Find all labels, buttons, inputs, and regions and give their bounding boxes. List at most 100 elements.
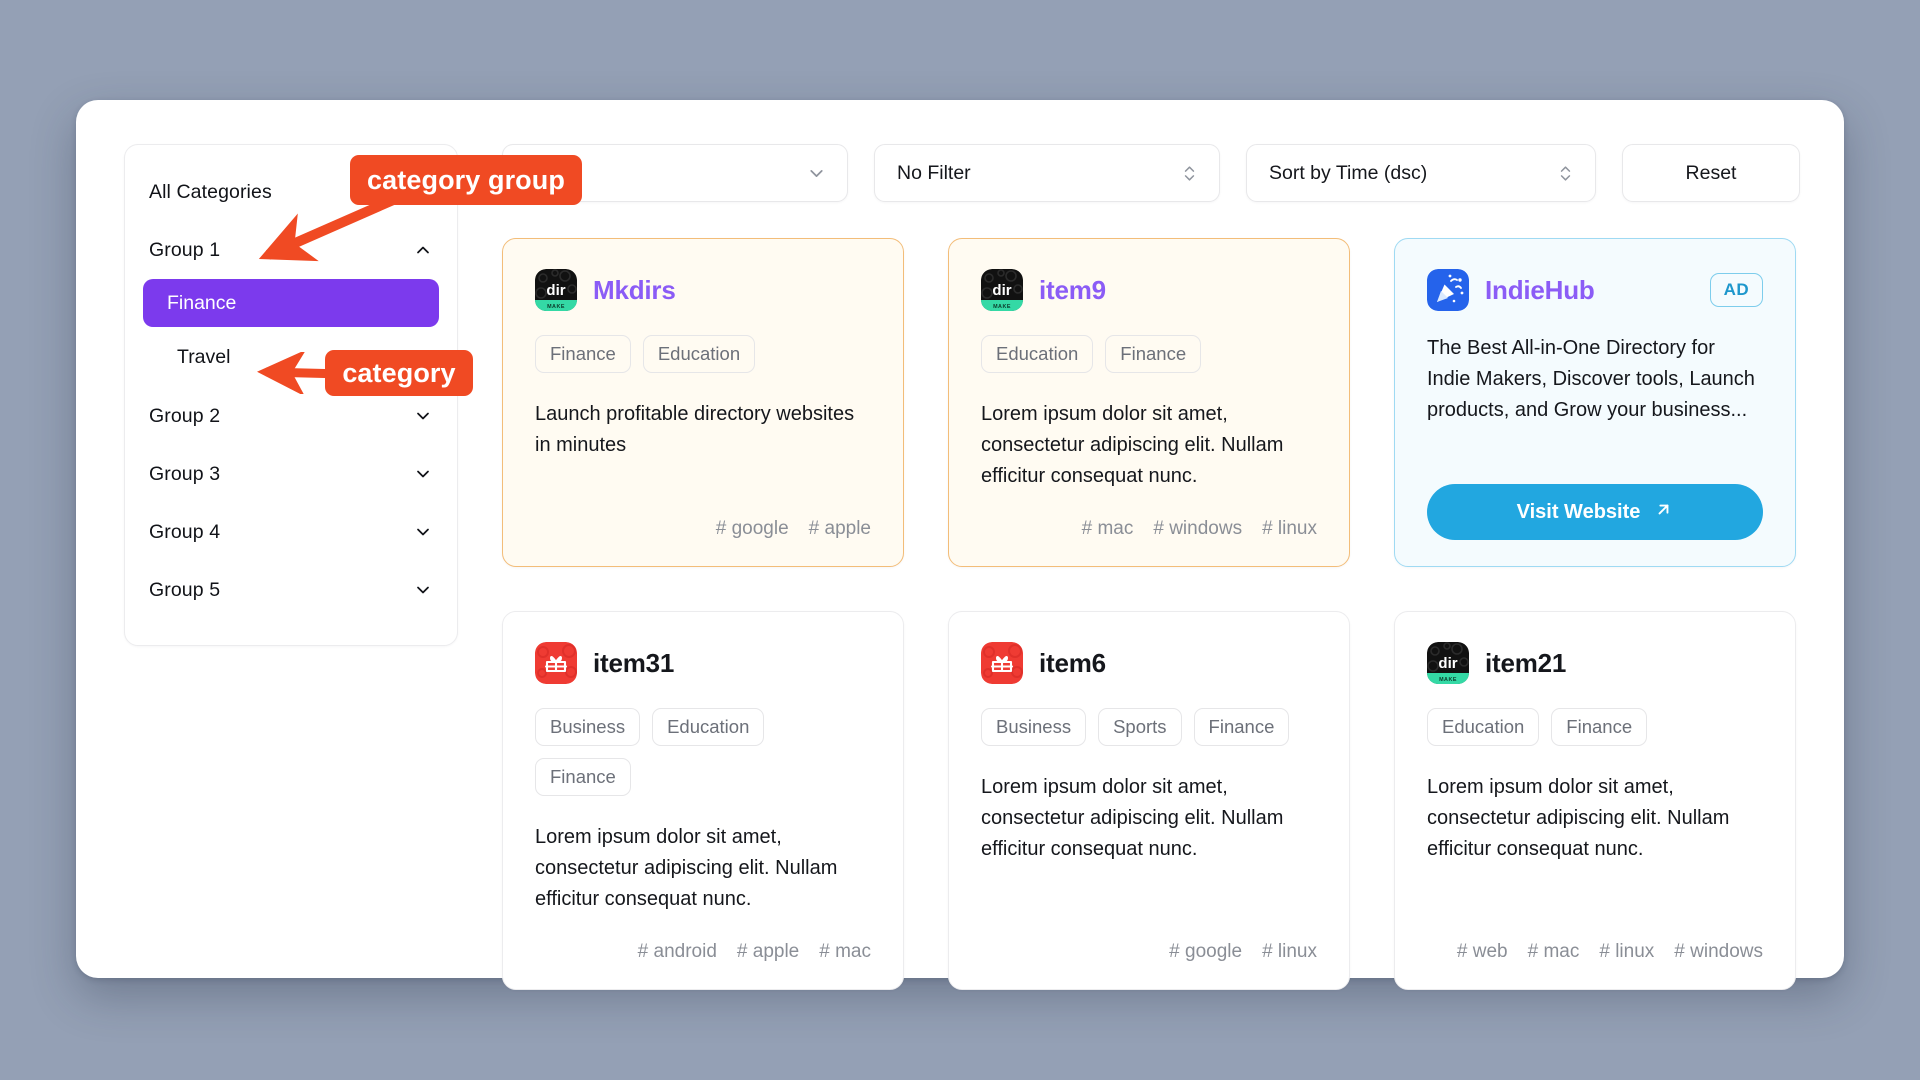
hashtag[interactable]: # google — [716, 518, 789, 540]
gift-app-icon — [535, 642, 577, 684]
card-hashtags: # mac # windows # linux — [981, 492, 1317, 540]
dir-app-icon: dir MAKE — [1427, 642, 1469, 684]
item-card[interactable]: dir MAKE Mkdirs Finance Education Launch… — [502, 238, 904, 567]
svg-text:dir: dir — [992, 282, 1011, 299]
card-description: Launch profitable directory websites in … — [535, 403, 855, 456]
svg-text:MAKE: MAKE — [993, 304, 1011, 310]
sidebar-group-1[interactable]: Group 1 — [125, 221, 457, 279]
card-header: dir MAKE item21 — [1427, 642, 1763, 684]
chevron-down-icon — [413, 464, 433, 484]
category-chip[interactable]: Sports — [1098, 708, 1182, 746]
sidebar-group-2-label: Group 2 — [149, 404, 221, 427]
card-title: IndieHub — [1485, 274, 1595, 305]
chevron-up-down-icon — [1556, 164, 1575, 183]
sidebar-category-finance[interactable]: Finance — [143, 279, 439, 327]
card-hashtags: # android # apple # mac — [535, 915, 871, 963]
card-title: item6 — [1039, 647, 1106, 678]
hashtag[interactable]: # apple — [737, 941, 799, 963]
sidebar-group-5-label: Group 5 — [149, 578, 221, 601]
annotation-category-group-text: category group — [367, 164, 565, 195]
item-card[interactable]: item31 Business Education Finance Lorem … — [502, 611, 904, 990]
sidebar-category-travel-label: Travel — [177, 345, 231, 368]
card-header: item6 — [981, 642, 1317, 684]
svg-text:dir: dir — [1438, 655, 1457, 672]
chevron-down-icon — [413, 406, 433, 426]
sidebar-group-3-label: Group 3 — [149, 462, 221, 485]
card-hashtags: # google # apple — [535, 492, 871, 540]
category-chip[interactable]: Finance — [1193, 708, 1290, 746]
reset-button[interactable]: Reset — [1622, 144, 1800, 202]
ad-card[interactable]: IndieHub AD The Best All-in-One Director… — [1394, 238, 1796, 567]
sidebar-group-4[interactable]: Group 4 — [125, 503, 457, 561]
item-card[interactable]: dir MAKE item21 Education Finance Lorem … — [1394, 611, 1796, 990]
dir-app-icon: dir MAKE — [981, 269, 1023, 311]
category-chip[interactable]: Finance — [1105, 335, 1202, 373]
sort-select-value: Sort by Time (dsc) — [1269, 161, 1428, 184]
app-content: All Categories Group 1 Finance Travel Gr… — [76, 100, 1844, 990]
svg-text:MAKE: MAKE — [1439, 677, 1457, 683]
card-categories: Education Finance — [981, 335, 1317, 373]
card-hashtags: # web # mac # linux # windows — [1427, 915, 1763, 963]
card-categories: Business Sports Finance — [981, 708, 1317, 746]
card-header: item31 — [535, 642, 871, 684]
category-chip[interactable]: Education — [642, 335, 756, 373]
app-window: All Categories Group 1 Finance Travel Gr… — [76, 100, 1844, 990]
card-categories: Finance Education — [535, 335, 871, 373]
card-title: item21 — [1485, 647, 1567, 678]
chevron-down-icon — [413, 580, 433, 600]
sidebar-group-1-label: Group 1 — [149, 238, 221, 261]
sidebar-all-categories-label: All Categories — [149, 180, 272, 203]
hashtag[interactable]: # web — [1457, 941, 1508, 963]
sidebar-category-finance-label: Finance — [167, 291, 237, 314]
category-chip[interactable]: Education — [1427, 708, 1540, 746]
hashtag[interactable]: # windows — [1153, 518, 1242, 540]
category-chip[interactable]: Finance — [1551, 708, 1648, 746]
filter-select-value: No Filter — [897, 161, 971, 184]
annotation-label-category-group: category group — [350, 155, 582, 205]
chevron-up-icon — [413, 240, 433, 260]
category-chip[interactable]: Education — [981, 335, 1094, 373]
hashtag[interactable]: # apple — [809, 518, 871, 540]
card-title: Mkdirs — [593, 274, 676, 305]
chevron-down-icon — [413, 522, 433, 542]
card-categories: Education Finance — [1427, 708, 1763, 746]
item-card[interactable]: dir MAKE item9 Education Finance Lorem i… — [948, 238, 1350, 567]
card-description: Lorem ipsum dolor sit amet, consectetur … — [535, 826, 838, 910]
party-popper-icon — [1427, 269, 1469, 311]
svg-text:dir: dir — [546, 282, 565, 299]
hashtag[interactable]: # linux — [1599, 941, 1654, 963]
category-chip[interactable]: Business — [535, 708, 641, 746]
card-header: IndieHub AD — [1427, 269, 1763, 311]
card-hashtags: # google # linux — [981, 915, 1317, 963]
card-header: dir MAKE Mkdirs — [535, 269, 871, 311]
hashtag[interactable]: # mac — [1082, 518, 1134, 540]
main-column: tags No Filter Sort by Time (dsc) — [502, 144, 1800, 990]
card-header: dir MAKE item9 — [981, 269, 1317, 311]
card-description: Lorem ipsum dolor sit amet, consectetur … — [981, 776, 1284, 860]
item-card[interactable]: item6 Business Sports Finance Lorem ipsu… — [948, 611, 1350, 990]
hashtag[interactable]: # google — [1169, 941, 1242, 963]
chevron-up-down-icon — [1180, 164, 1199, 183]
sort-select[interactable]: Sort by Time (dsc) — [1246, 144, 1596, 202]
visit-website-label: Visit Website — [1516, 500, 1641, 523]
filter-select[interactable]: No Filter — [874, 144, 1220, 202]
annotation-category-text: category — [342, 357, 456, 388]
hashtag[interactable]: # mac — [819, 941, 871, 963]
page-layout: All Categories Group 1 Finance Travel Gr… — [124, 144, 1800, 990]
card-title: item9 — [1039, 274, 1106, 305]
sidebar-group-3[interactable]: Group 3 — [125, 445, 457, 503]
hashtag[interactable]: # windows — [1674, 941, 1763, 963]
sidebar-group-5[interactable]: Group 5 — [125, 561, 457, 619]
hashtag[interactable]: # android — [638, 941, 717, 963]
card-description: Lorem ipsum dolor sit amet, consectetur … — [981, 403, 1284, 487]
arrow-up-right-icon — [1654, 500, 1673, 525]
category-chip[interactable]: Business — [981, 708, 1087, 746]
category-chip[interactable]: Finance — [535, 758, 631, 796]
hashtag[interactable]: # linux — [1262, 518, 1317, 540]
hashtag[interactable]: # mac — [1528, 941, 1580, 963]
category-chip[interactable]: Finance — [535, 335, 631, 373]
visit-website-button[interactable]: Visit Website — [1427, 484, 1763, 540]
category-chip[interactable]: Education — [652, 708, 765, 746]
dir-app-icon: dir MAKE — [535, 269, 577, 311]
hashtag[interactable]: # linux — [1262, 941, 1317, 963]
